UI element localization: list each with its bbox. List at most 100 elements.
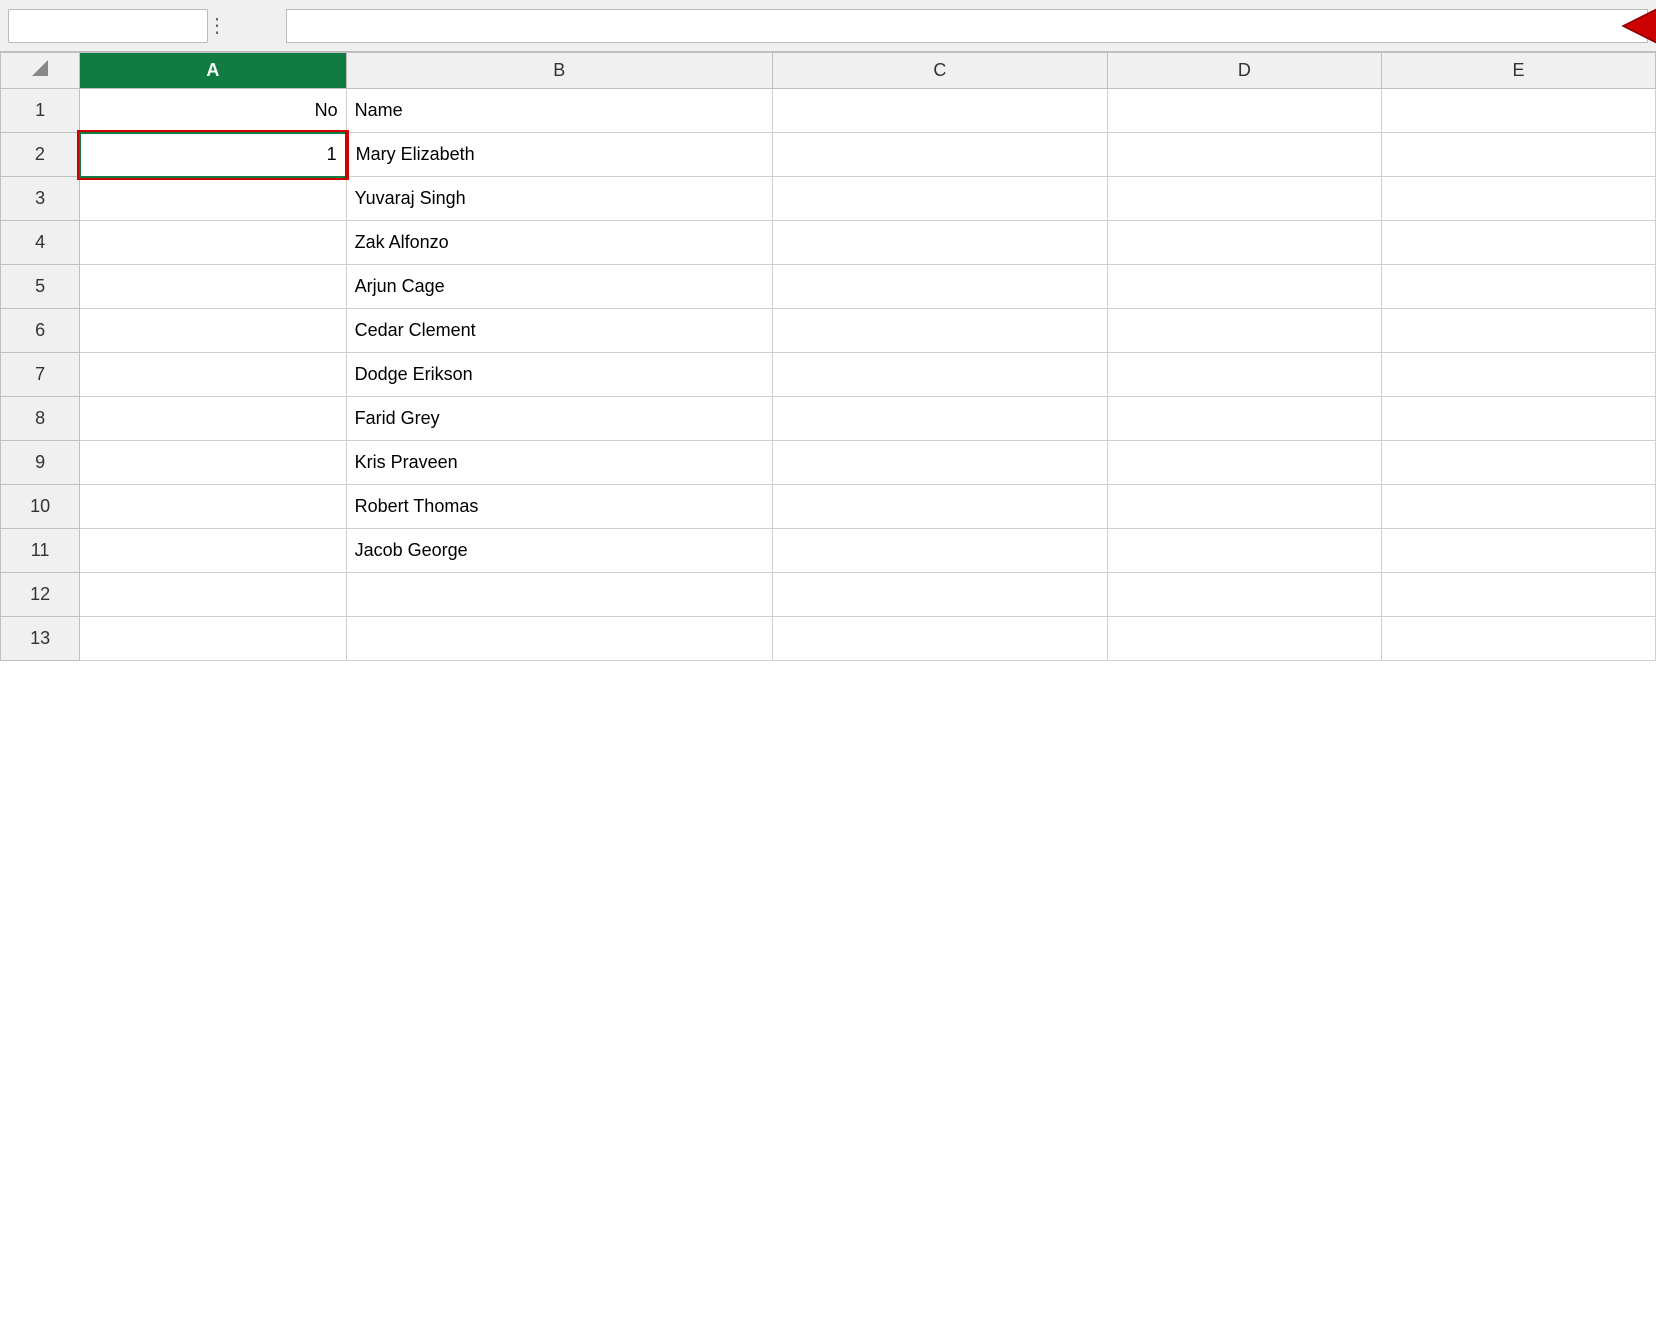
cell-b13[interactable]: [346, 617, 772, 661]
cell-d13[interactable]: [1107, 617, 1381, 661]
cell-b5[interactable]: Arjun Cage: [346, 265, 772, 309]
cell-b11[interactable]: Jacob George: [346, 529, 772, 573]
cell-d10[interactable]: [1107, 485, 1381, 529]
cell-c9[interactable]: [772, 441, 1107, 485]
cell-a8[interactable]: [80, 397, 346, 441]
arrow-annotation: [1618, 0, 1656, 53]
table-row: 4 Zak Alfonzo: [1, 221, 1656, 265]
table-row: 3 Yuvaraj Singh: [1, 177, 1656, 221]
row-header-9[interactable]: 9: [1, 441, 80, 485]
cell-d3[interactable]: [1107, 177, 1381, 221]
row-header-6[interactable]: 6: [1, 309, 80, 353]
table-row: 6 Cedar Clement: [1, 309, 1656, 353]
row-header-3[interactable]: 3: [1, 177, 80, 221]
row-header-11[interactable]: 11: [1, 529, 80, 573]
cell-e6[interactable]: [1381, 309, 1655, 353]
table-row: 1NoName: [1, 89, 1656, 133]
cell-b3[interactable]: Yuvaraj Singh: [346, 177, 772, 221]
cell-b9[interactable]: Kris Praveen: [346, 441, 772, 485]
col-header-b[interactable]: B: [346, 53, 772, 89]
cell-d9[interactable]: [1107, 441, 1381, 485]
cell-b4[interactable]: Zak Alfonzo: [346, 221, 772, 265]
row-header-5[interactable]: 5: [1, 265, 80, 309]
row-header-12[interactable]: 12: [1, 573, 80, 617]
cell-a6[interactable]: [80, 309, 346, 353]
row-header-1[interactable]: 1: [1, 89, 80, 133]
cell-e9[interactable]: [1381, 441, 1655, 485]
cell-c8[interactable]: [772, 397, 1107, 441]
cell-b6[interactable]: Cedar Clement: [346, 309, 772, 353]
cell-a11[interactable]: [80, 529, 346, 573]
cell-a9[interactable]: [80, 441, 346, 485]
col-header-a[interactable]: A: [80, 53, 346, 89]
confirm-button[interactable]: [252, 24, 260, 28]
cell-e13[interactable]: [1381, 617, 1655, 661]
cell-a3[interactable]: [80, 177, 346, 221]
cell-c11[interactable]: [772, 529, 1107, 573]
cell-e4[interactable]: [1381, 221, 1655, 265]
cell-c4[interactable]: [772, 221, 1107, 265]
cell-c12[interactable]: [772, 573, 1107, 617]
cell-c7[interactable]: [772, 353, 1107, 397]
formula-bar: ⋮: [0, 0, 1656, 52]
cell-d4[interactable]: [1107, 221, 1381, 265]
row-header-10[interactable]: 10: [1, 485, 80, 529]
cell-b1[interactable]: Name: [346, 89, 772, 133]
cell-c2[interactable]: [772, 133, 1107, 177]
cell-a7[interactable]: [80, 353, 346, 397]
cell-a1[interactable]: No: [80, 89, 346, 133]
cell-e5[interactable]: [1381, 265, 1655, 309]
spreadsheet-table: A B C D E 1NoName21Mary Elizabeth3Yuvara…: [0, 52, 1656, 661]
cell-e2[interactable]: [1381, 133, 1655, 177]
cell-a5[interactable]: [80, 265, 346, 309]
cell-d6[interactable]: [1107, 309, 1381, 353]
col-header-e[interactable]: E: [1381, 53, 1655, 89]
cell-a4[interactable]: [80, 221, 346, 265]
cell-d1[interactable]: [1107, 89, 1381, 133]
table-row: 7 Dodge Erikson: [1, 353, 1656, 397]
cell-b12[interactable]: [346, 573, 772, 617]
cell-d5[interactable]: [1107, 265, 1381, 309]
cell-d7[interactable]: [1107, 353, 1381, 397]
cell-c6[interactable]: [772, 309, 1107, 353]
cancel-button[interactable]: [232, 24, 240, 28]
cell-e3[interactable]: [1381, 177, 1655, 221]
row-header-8[interactable]: 8: [1, 397, 80, 441]
row-header-7[interactable]: 7: [1, 353, 80, 397]
formula-input[interactable]: [286, 9, 1648, 43]
cell-a10[interactable]: [80, 485, 346, 529]
cell-d11[interactable]: [1107, 529, 1381, 573]
cell-a12[interactable]: [80, 573, 346, 617]
cell-e1[interactable]: [1381, 89, 1655, 133]
cell-e11[interactable]: [1381, 529, 1655, 573]
cell-a13[interactable]: [80, 617, 346, 661]
cell-c10[interactable]: [772, 485, 1107, 529]
row-header-2[interactable]: 2: [1, 133, 80, 177]
cell-e12[interactable]: [1381, 573, 1655, 617]
cell-c3[interactable]: [772, 177, 1107, 221]
name-box[interactable]: [8, 9, 208, 43]
col-header-d[interactable]: D: [1107, 53, 1381, 89]
cell-d8[interactable]: [1107, 397, 1381, 441]
cell-c5[interactable]: [772, 265, 1107, 309]
table-row: 8 Farid Grey: [1, 397, 1656, 441]
cell-e8[interactable]: [1381, 397, 1655, 441]
row-header-13[interactable]: 13: [1, 617, 80, 661]
cell-e10[interactable]: [1381, 485, 1655, 529]
cell-b8[interactable]: Farid Grey: [346, 397, 772, 441]
cell-b10[interactable]: Robert Thomas: [346, 485, 772, 529]
cell-c1[interactable]: [772, 89, 1107, 133]
col-header-c[interactable]: C: [772, 53, 1107, 89]
cell-e7[interactable]: [1381, 353, 1655, 397]
cell-d2[interactable]: [1107, 133, 1381, 177]
table-row: 21Mary Elizabeth: [1, 133, 1656, 177]
cell-d12[interactable]: [1107, 573, 1381, 617]
cell-a2[interactable]: 1: [80, 133, 346, 177]
row-header-4[interactable]: 4: [1, 221, 80, 265]
select-all-icon[interactable]: [30, 58, 50, 78]
table-row: 5 Arjun Cage: [1, 265, 1656, 309]
table-row: 9 Kris Praveen: [1, 441, 1656, 485]
cell-b7[interactable]: Dodge Erikson: [346, 353, 772, 397]
cell-c13[interactable]: [772, 617, 1107, 661]
cell-b2[interactable]: Mary Elizabeth: [346, 133, 772, 177]
